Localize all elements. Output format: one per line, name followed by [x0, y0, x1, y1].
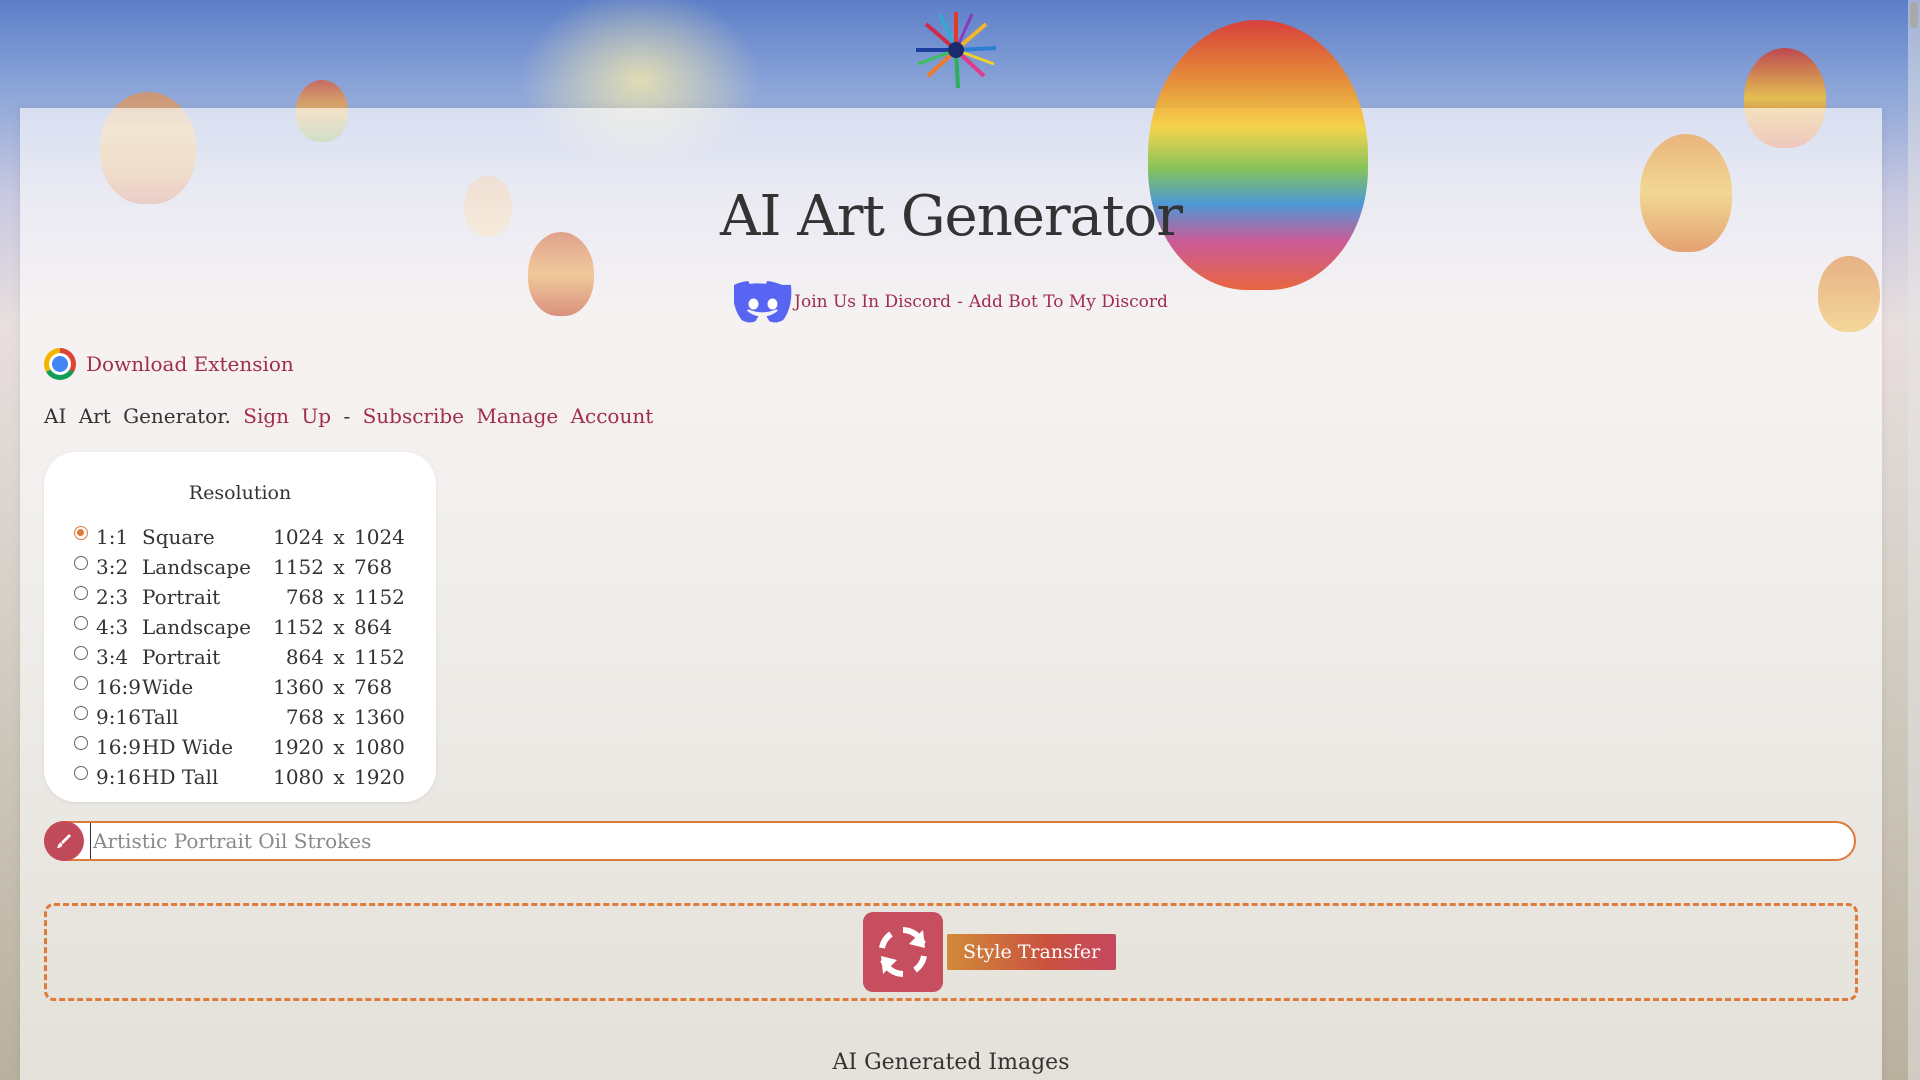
option-name: HD Wide: [142, 735, 234, 759]
option-times: x: [333, 705, 345, 729]
option-times: x: [333, 645, 345, 669]
radio-button[interactable]: [74, 706, 88, 720]
option-ratio: 4:3: [96, 615, 129, 639]
option-name: Landscape: [142, 615, 251, 639]
option-height: 1152: [354, 585, 405, 609]
subscribe-link[interactable]: Subscribe: [363, 404, 464, 428]
page-title: AI Art Generator: [719, 184, 1183, 249]
option-times: x: [333, 675, 345, 699]
resolution-option-16-9-wide[interactable]: 16:9 Wide 1360 x 768: [74, 672, 414, 702]
option-times: x: [333, 615, 345, 639]
add-bot-link[interactable]: Add Bot To My Discord: [969, 292, 1168, 312]
site-logo[interactable]: [912, 8, 1000, 92]
resolution-title: Resolution: [188, 482, 292, 504]
option-width: 1152: [273, 615, 324, 639]
option-width: 864: [285, 645, 324, 669]
option-height: 1080: [354, 735, 405, 759]
prompt-placeholder: Artistic Portrait Oil Strokes: [90, 823, 371, 859]
scrollbar[interactable]: [1908, 0, 1920, 1080]
radio-button[interactable]: [74, 736, 88, 750]
radio-button[interactable]: [74, 616, 88, 630]
option-height: 1024: [354, 525, 405, 549]
radio-button[interactable]: [74, 766, 88, 780]
links-separator: -: [343, 404, 351, 428]
option-times: x: [333, 735, 345, 759]
radio-button[interactable]: [74, 676, 88, 690]
resolution-option-1-1-square[interactable]: 1:1 Square 1024 x 1024: [74, 522, 414, 552]
account-links: AI Art Generator. Sign Up - Subscribe Ma…: [44, 404, 653, 428]
option-width: 768: [285, 705, 324, 729]
option-times: x: [333, 525, 345, 549]
option-ratio: 3:2: [96, 555, 129, 579]
option-ratio: 1:1: [96, 525, 129, 549]
option-ratio: 3:4: [96, 645, 129, 669]
option-name: Portrait: [142, 645, 221, 669]
option-height: 768: [354, 555, 393, 579]
radio-button[interactable]: [74, 646, 88, 660]
resolution-option-9-16-tall[interactable]: 9:16 Tall 768 x 1360: [74, 702, 414, 732]
option-times: x: [333, 555, 345, 579]
option-name: HD Tall: [142, 765, 219, 789]
option-height: 1360: [354, 705, 405, 729]
hot-air-balloon-image: [1148, 20, 1368, 290]
sign-up-link[interactable]: Sign Up: [243, 404, 331, 428]
resolution-option-4-3-landscape[interactable]: 4:3 Landscape 1152 x 864: [74, 612, 414, 642]
discord-icon[interactable]: [734, 280, 792, 324]
option-ratio: 2:3: [96, 585, 129, 609]
scrollbar-thumb[interactable]: [1910, 2, 1918, 28]
radio-button[interactable]: [74, 586, 88, 600]
resolution-option-16-9-hd-wide[interactable]: 16:9 HD Wide 1920 x 1080: [74, 732, 414, 762]
option-height: 1152: [354, 645, 405, 669]
option-name: Portrait: [142, 585, 221, 609]
chrome-icon: [44, 348, 76, 380]
discord-separator: -: [957, 292, 963, 312]
option-width: 768: [285, 585, 324, 609]
option-height: 864: [354, 615, 393, 639]
join-discord-link[interactable]: Join Us In Discord: [794, 292, 951, 312]
style-transfer-button[interactable]: Style Transfer: [947, 934, 1117, 970]
discord-links: Join Us In Discord - Add Bot To My Disco…: [20, 280, 1882, 329]
resolution-option-2-3-portrait[interactable]: 2:3 Portrait 768 x 1152: [74, 582, 414, 612]
resolution-panel: Resolution 1:1 Square 1024 x 1024 3:2 La…: [44, 452, 436, 802]
option-width: 1920: [273, 735, 324, 759]
option-name: Landscape: [142, 555, 251, 579]
resolution-option-3-2-landscape[interactable]: 3:2 Landscape 1152 x 768: [74, 552, 414, 582]
option-width: 1080: [273, 765, 324, 789]
radio-button[interactable]: [74, 526, 88, 540]
option-width: 1152: [273, 555, 324, 579]
prompt-input[interactable]: Artistic Portrait Oil Strokes: [44, 821, 1856, 861]
brand-text: AI Art Generator.: [44, 404, 231, 428]
option-height: 768: [354, 675, 393, 699]
option-ratio: 9:16: [96, 705, 141, 729]
resolution-option-3-4-portrait[interactable]: 3:4 Portrait 864 x 1152: [74, 642, 414, 672]
option-name: Wide: [142, 675, 194, 699]
radio-button[interactable]: [74, 556, 88, 570]
option-ratio: 16:9: [96, 735, 141, 759]
option-width: 1024: [273, 525, 324, 549]
resolution-option-9-16-hd-tall[interactable]: 9:16 HD Tall 1080 x 1920: [74, 762, 414, 792]
resolution-options: 1:1 Square 1024 x 1024 3:2 Landscape 115…: [74, 522, 414, 792]
option-times: x: [333, 585, 345, 609]
option-ratio: 9:16: [96, 765, 141, 789]
refresh-icon[interactable]: [863, 912, 943, 992]
download-extension-label: Download Extension: [86, 352, 294, 376]
brush-icon[interactable]: [44, 821, 84, 861]
main-panel: AI Art Generator Join Us In Discord - Ad…: [20, 20, 1882, 1080]
download-extension[interactable]: Download Extension: [44, 348, 294, 380]
option-name: Tall: [142, 705, 179, 729]
option-times: x: [333, 765, 345, 789]
option-height: 1920: [354, 765, 405, 789]
manage-account-link[interactable]: Manage Account: [476, 404, 653, 428]
generated-images-title: AI Generated Images: [832, 1050, 1070, 1075]
option-width: 1360: [273, 675, 324, 699]
option-ratio: 16:9: [96, 675, 141, 699]
style-transfer-dropzone[interactable]: Style Transfer: [44, 903, 1858, 1001]
option-name: Square: [142, 525, 215, 549]
